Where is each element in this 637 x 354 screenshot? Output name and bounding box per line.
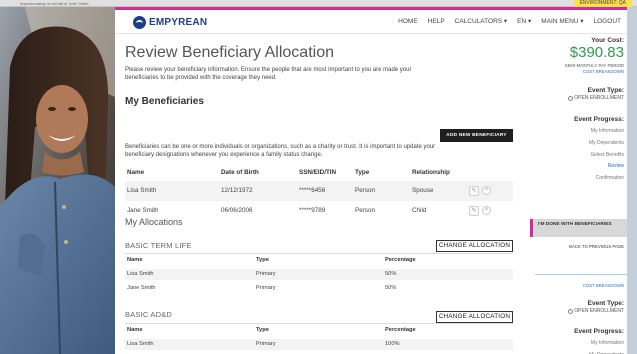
plan-divider [125,253,513,254]
cost-label: Your Cost: [591,37,624,44]
beneficiary-relationship: Child [412,207,427,214]
col-ssn: SSN/EID/TIN [299,169,337,176]
event-progress-label: Event Progress: [574,116,624,123]
plan-title-basic-add: BASIC AD&D [125,310,173,319]
beneficiary-table-header: Name Date of Birth SSN/EID/TIN Type Rela… [125,168,513,178]
allocation-type: Primary [256,285,276,291]
empyrean-logo[interactable]: EMPYREAN [133,16,207,29]
allocations-heading: My Allocations [125,217,183,227]
progress-step-my-information[interactable]: My Information [591,128,624,134]
beneficiary-ssn: *****6456 [299,187,326,194]
page-title: Review Beneficiary Allocation [125,44,334,61]
nav-logout[interactable]: LOGOUT [594,17,621,26]
allocation-name: Lisa Smith [127,271,154,277]
beneficiary-name: Lisa Smith [127,187,157,194]
table-row: Lisa Smith Primary 50% [125,269,513,280]
top-navbar: EMPYREAN HOME HELP CALCULATORS ▾ EN ▾ MA… [115,10,627,34]
event-type-label: Event Type: [587,300,624,307]
col-percentage: Percentage [385,257,416,263]
summary-sidebar: Your Cost: $390.83 SEMI-MONTHLY PAY PERI… [530,34,627,354]
done-with-beneficiaries-button[interactable]: I'M DONE WITH BENEFICIARIES [530,219,627,237]
event-progress-label: Event Progress: [574,328,624,335]
nav-home[interactable]: HOME [398,17,418,26]
table-row: Lisa Smith Primary 100% [125,339,513,350]
environment-bar: Impersonating on behalf of John Smith EN… [0,0,637,7]
table-row: Jane Smith 06/06/2006 *****9789 Person C… [125,201,513,221]
col-name: Name [127,257,143,263]
col-type: Type [256,257,269,263]
beneficiary-note: Beneficiaries can be one or more individ… [125,144,436,158]
allocation-percentage: 100% [385,341,400,347]
event-type-option: OPEN ENROLLMENT [568,308,624,314]
plan-divider [125,323,513,324]
allocation-name: Lisa Smith [127,341,154,347]
event-type-label: Event Type: [587,87,624,94]
change-allocation-button[interactable]: CHANGE ALLOCATION [436,311,513,323]
cost-breakdown-link[interactable]: COST BREAKDOWN [583,69,624,74]
remove-icon[interactable]: × [482,206,491,215]
progress-step-select-benefits[interactable]: Select Benefits [591,152,624,158]
col-percentage: Percentage [385,327,416,333]
nav-main-menu[interactable]: MAIN MENU ▾ [541,17,583,26]
col-relationship: Relationship [412,169,450,176]
back-to-previous-page-link[interactable]: BACK TO PREVIOUS PAGE [569,244,624,249]
hero-photo [0,7,115,354]
col-type: Type [355,169,370,176]
progress-step-my-dependents[interactable]: My Dependents [589,140,624,146]
beneficiary-dob: 12/12/1972 [221,187,253,194]
nav-links: HOME HELP CALCULATORS ▾ EN ▾ MAIN MENU ▾… [388,17,621,26]
add-beneficiary-button[interactable]: ADD NEW BENEFICIARY [440,129,513,142]
beneficiary-ssn: *****9789 [299,207,326,214]
sidebar-divider [535,274,627,275]
allocation-name: Jane Smith [127,285,156,291]
plan-title-basic-term-life: BASIC TERM LIFE [125,241,192,250]
progress-step-review[interactable]: Review [608,163,624,169]
radio-icon [568,95,574,101]
impersonation-notice: Impersonating on behalf of John Smith [20,1,89,6]
allocation-table-header: Name Type Percentage [125,255,513,266]
edit-icon[interactable]: ✎ [469,206,479,216]
environment-badge: ENVIRONMENT: QA [573,0,632,7]
intro-text: Please review your beneficiary informati… [125,67,412,81]
col-name: Name [127,169,145,176]
main-panel: EMPYREAN HOME HELP CALCULATORS ▾ EN ▾ MA… [115,10,627,354]
beneficiary-dob: 06/06/2006 [221,207,253,214]
progress-step-my-information[interactable]: My Information [591,340,624,346]
allocation-percentage: 50% [385,271,397,277]
nav-calculators[interactable]: CALCULATORS ▾ [455,17,508,26]
table-row: Jane Smith Primary 50% [125,283,513,294]
page-edge [627,7,637,354]
edit-icon[interactable]: ✎ [469,186,479,196]
allocation-table-header: Name Type Percentage [125,325,513,336]
beneficiary-type: Person [355,187,375,194]
remove-icon[interactable]: × [482,186,491,195]
change-allocation-button[interactable]: CHANGE ALLOCATION [436,240,513,252]
cost-breakdown-link[interactable]: COST BREAKDOWN [583,283,624,288]
beneficiaries-heading: My Beneficiaries [125,96,204,107]
radio-icon [568,308,574,314]
nav-help[interactable]: HELP [428,17,445,26]
beneficiary-type: Person [355,207,375,214]
progress-step-confirmation[interactable]: Confirmation [596,175,624,181]
event-type-value: OPEN ENROLLMENT [574,95,624,101]
nav-language[interactable]: EN ▾ [517,17,531,26]
content-area: Review Beneficiary Allocation Please rev… [125,34,530,350]
logo-icon [133,16,146,29]
event-type-value: OPEN ENROLLMENT [574,308,624,314]
table-row: Lisa Smith 12/12/1972 *****6456 Person S… [125,181,513,201]
allocation-type: Primary [256,341,276,347]
logo-text: EMPYREAN [149,17,208,28]
beneficiary-relationship: Spouse [412,187,434,194]
col-dob: Date of Birth [221,169,259,176]
col-type: Type [256,327,269,333]
allocation-percentage: 50% [385,285,397,291]
cost-value: $390.83 [569,44,624,61]
col-name: Name [127,327,143,333]
pay-period: SEMI-MONTHLY PAY PERIOD [564,63,624,68]
allocation-type: Primary [256,271,276,277]
event-type-option: OPEN ENROLLMENT [568,95,624,101]
